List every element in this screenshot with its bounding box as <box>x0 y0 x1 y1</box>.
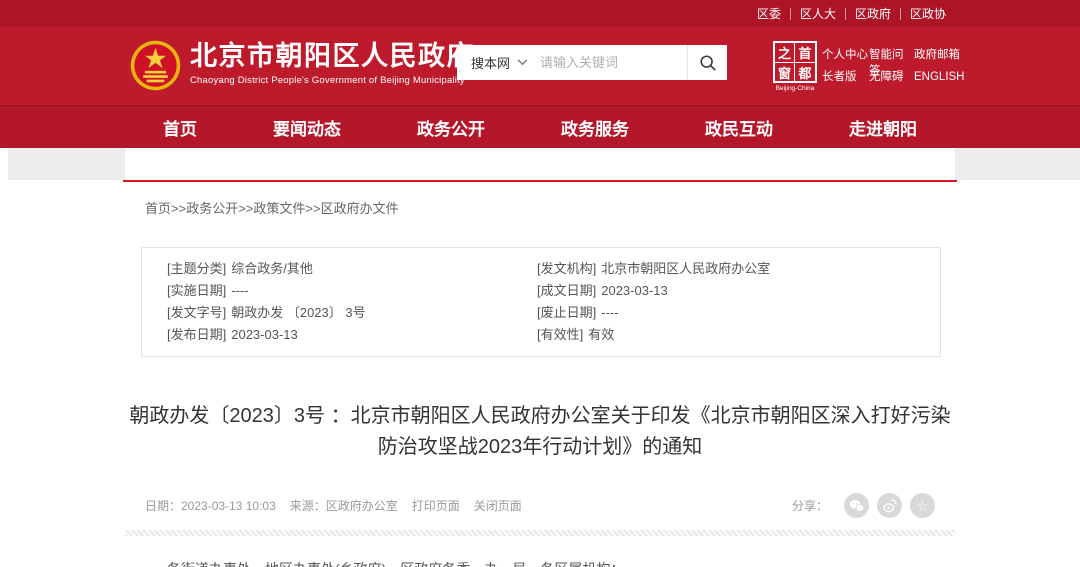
nav-about-chaoyang[interactable]: 走进朝阳 <box>843 106 923 148</box>
portal-char: 都 <box>795 63 815 82</box>
main-content: 首页>>政务公开>>政策文件>>区政府办文件 [主题分类]综合政务/其他 [实施… <box>125 182 955 567</box>
portal-char: 窗 <box>775 63 795 82</box>
crumb-gov-disclosure[interactable]: 政务公开 <box>186 201 238 216</box>
meta-label: [发布日期] <box>167 327 226 342</box>
crumb-policy-documents[interactable]: 政策文件 <box>253 201 305 216</box>
nav-public-interaction[interactable]: 政民互动 <box>699 106 779 148</box>
topbar-link-peoples-congress[interactable]: 区人大 <box>790 8 845 20</box>
search-input[interactable] <box>540 55 687 70</box>
wechat-icon <box>849 499 864 512</box>
article-source: 来源：区政府办公室 <box>290 497 398 514</box>
top-utility-bar: 区委 区人大 区政府 区政协 <box>0 0 1080 27</box>
meta-topic-category: [主题分类] 综合政务/其他 <box>167 258 537 280</box>
meta-label: [主题分类] <box>167 261 226 276</box>
chevron-down-icon[interactable] <box>517 59 528 66</box>
meta-publish-date: [发布日期] 2023-03-13 <box>167 324 537 346</box>
topbar-link-district-committee[interactable]: 区委 <box>748 8 790 20</box>
meta-value: 有效 <box>588 327 614 342</box>
breadcrumb-separator: >> <box>171 201 186 216</box>
breadcrumb-separator: >> <box>238 201 253 216</box>
nav-gov-services[interactable]: 政务服务 <box>555 106 635 148</box>
share-weibo-button[interactable] <box>877 493 902 518</box>
search-button[interactable] <box>687 45 727 80</box>
share-qzone-button[interactable]: ☆ <box>910 493 935 518</box>
crumb-home[interactable]: 首页 <box>145 201 171 216</box>
document-title: 朝政办发〔2023〕3号 ：北京市朝阳区人民政府办公室关于印发《北京市朝阳区深入… <box>125 401 955 463</box>
meta-label: [成文日期] <box>537 283 596 298</box>
portal-char: 首 <box>795 43 815 63</box>
meta-implementation-date: [实施日期] ---- <box>167 280 537 302</box>
national-emblem-icon[interactable] <box>129 39 182 92</box>
nav-news[interactable]: 要闻动态 <box>267 106 347 148</box>
site-title: 北京市朝阳区人民政府 <box>190 40 475 72</box>
site-logo-text[interactable]: 北京市朝阳区人民政府 Chaoyang District People's Go… <box>190 40 475 86</box>
share-wechat-button[interactable] <box>844 493 869 518</box>
breadcrumb: 首页>>政务公开>>政策文件>>区政府办文件 <box>125 182 955 217</box>
meta-value: 综合政务/其他 <box>231 261 313 276</box>
search-icon <box>699 54 717 72</box>
capital-window-grid-icon: 之 首 窗 都 <box>773 41 817 83</box>
nav-gov-disclosure[interactable]: 政务公开 <box>411 106 491 148</box>
meta-label: [有效性] <box>537 327 583 342</box>
meta-document-number: [发文字号] 朝政办发 〔2023〕 3号 <box>167 302 537 324</box>
portal-char: 之 <box>775 43 795 63</box>
portal-caption: Beijing-China <box>773 85 817 92</box>
meta-label: [发文机构] <box>537 261 596 276</box>
weibo-icon <box>882 498 897 513</box>
topbar-link-district-government[interactable]: 区政府 <box>845 8 900 20</box>
site-header: 北京市朝阳区人民政府 Chaoyang District People's Go… <box>0 27 1080 105</box>
article-meta-row: 日期：2023-03-13 10:03 来源：区政府办公室 打印页面 关闭页面 … <box>125 493 955 518</box>
site-search-bar: 搜本网 <box>457 45 727 80</box>
site-subtitle: Chaoyang District People's Government of… <box>190 75 475 86</box>
meta-repeal-date: [废止日期] ---- <box>537 302 940 324</box>
document-body-first-line: 各街道办事处、地区办事处(乡政府)，区政府各委、办、局，各区属机构： <box>125 558 955 567</box>
star-icon: ☆ <box>916 499 929 513</box>
share-label: 分享： <box>792 497 828 514</box>
meta-value: 2023-03-13 <box>601 283 668 298</box>
meta-value: ---- <box>601 305 618 320</box>
meta-issuing-agency: [发文机构] 北京市朝阳区人民政府办公室 <box>537 258 940 280</box>
capital-window-logo[interactable]: 之 首 窗 都 Beijing-China <box>773 41 817 92</box>
meta-label: [发文字号] <box>167 305 226 320</box>
article-date: 日期：2023-03-13 10:03 <box>145 497 276 514</box>
close-page-button[interactable]: 关闭页面 <box>474 497 522 514</box>
subheader-strip <box>0 148 1080 180</box>
meta-label: [实施日期] <box>167 283 226 298</box>
document-metadata-box: [主题分类] 综合政务/其他 [实施日期] ---- [发文字号] 朝政办发 〔202… <box>141 247 941 357</box>
meta-value: 2023-03-13 <box>231 327 298 342</box>
print-page-button[interactable]: 打印页面 <box>412 497 460 514</box>
meta-written-date: [成文日期] 2023-03-13 <box>537 280 940 302</box>
breadcrumb-separator: >> <box>305 201 320 216</box>
meta-value: ---- <box>231 283 248 298</box>
link-english[interactable]: ENGLISH <box>914 69 965 85</box>
link-accessibility[interactable]: 无障碍 <box>869 69 914 85</box>
meta-label: [废止日期] <box>537 305 596 320</box>
main-navbar: 首页 要闻动态 政务公开 政务服务 政民互动 走进朝阳 <box>0 105 1080 148</box>
search-scope-select[interactable]: 搜本网 <box>471 53 510 72</box>
meta-value: 北京市朝阳区人民政府办公室 <box>601 261 770 276</box>
topbar-link-cppcc[interactable]: 区政协 <box>900 8 955 20</box>
meta-value: 朝政办发 〔2023〕 3号 <box>231 305 365 320</box>
quick-links-row-2: 长者版 无障碍 ENGLISH <box>822 69 965 85</box>
link-senior-version[interactable]: 长者版 <box>822 69 869 85</box>
hatched-divider <box>125 530 955 536</box>
meta-validity: [有效性] 有效 <box>537 324 940 346</box>
crumb-district-office-docs[interactable]: 区政府办文件 <box>321 201 399 216</box>
nav-home[interactable]: 首页 <box>157 106 203 148</box>
